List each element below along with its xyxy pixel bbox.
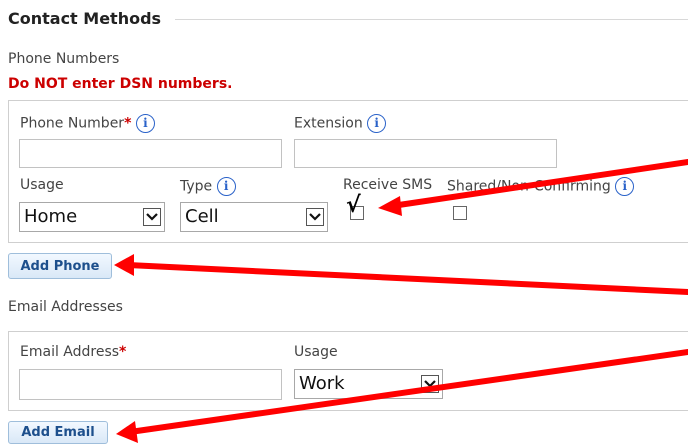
add-email-button[interactable]: Add Email (8, 421, 108, 444)
phone-number-label: Phone Number* i (20, 114, 155, 133)
dsn-warning: Do NOT enter DSN numbers. (8, 76, 233, 92)
email-address-input[interactable] (19, 369, 282, 400)
info-icon[interactable]: i (135, 114, 155, 133)
chevron-down-icon[interactable] (306, 208, 324, 226)
phone-usage-select[interactable]: Home (19, 202, 165, 232)
section-divider (175, 19, 688, 20)
extension-label-text: Extension (294, 115, 363, 132)
extension-label: Extension i (294, 114, 387, 133)
email-addresses-label: Email Addresses (8, 299, 123, 315)
shared-non-confirming-label-text: Shared/Non-Confirming (447, 178, 611, 195)
chevron-down-icon[interactable] (421, 375, 439, 393)
contact-methods-form: Contact Methods Phone Numbers Do NOT ent… (0, 0, 688, 444)
required-marker: * (119, 344, 127, 360)
phone-numbers-label: Phone Numbers (8, 51, 120, 67)
arrowhead-add-email (116, 421, 138, 443)
email-address-label: Email Address* (20, 344, 126, 360)
shared-non-confirming-label: Shared/Non-Confirming i (447, 177, 635, 196)
email-usage-value: Work (299, 373, 345, 394)
phone-usage-label: Usage (20, 177, 64, 193)
info-icon[interactable]: i (216, 177, 236, 196)
arrowhead-add-phone (114, 254, 134, 276)
phone-type-value: Cell (185, 206, 219, 227)
section-title: Contact Methods (8, 9, 166, 29)
info-icon[interactable]: i (367, 114, 387, 133)
checkmark-icon: √ (346, 193, 361, 218)
phone-usage-value: Home (24, 206, 78, 227)
email-usage-label: Usage (294, 344, 338, 360)
email-address-label-text: Email Address (20, 344, 120, 360)
shared-non-confirming-checkbox[interactable] (453, 206, 467, 220)
chevron-down-icon[interactable] (143, 208, 161, 226)
add-phone-button[interactable]: Add Phone (8, 253, 112, 279)
receive-sms-label: Receive SMS (343, 177, 433, 193)
phone-type-select[interactable]: Cell (180, 202, 328, 232)
required-marker: * (124, 115, 132, 132)
email-usage-select[interactable]: Work (294, 369, 443, 399)
info-icon[interactable]: i (615, 177, 635, 196)
phone-number-label-text: Phone Number (20, 115, 125, 132)
phone-number-input[interactable] (19, 139, 282, 168)
arrow-to-add-phone (125, 262, 688, 295)
phone-type-label-text: Type (180, 178, 213, 195)
extension-input[interactable] (294, 139, 557, 168)
phone-type-label: Type i (180, 177, 236, 196)
